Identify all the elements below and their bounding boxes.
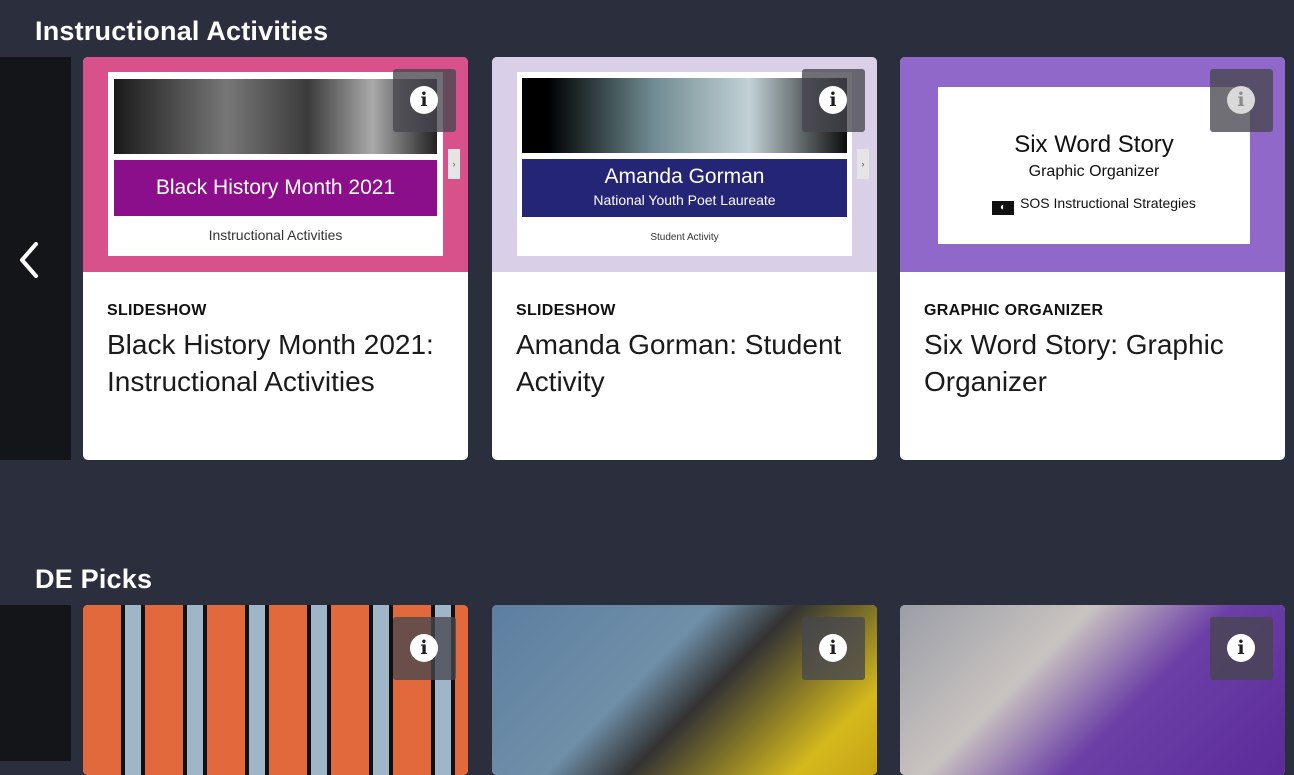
card-thumbnail-pattern[interactable]: i (83, 605, 468, 775)
card-amanda-gorman[interactable]: Amanda Gorman National Youth Poet Laurea… (492, 57, 877, 460)
organizer-preview: Six Word Story Graphic Organizer ◐ SOS In… (938, 87, 1250, 244)
slide-banner-title: Amanda Gorman (604, 165, 765, 188)
card-black-history-month[interactable]: Black History Month 2021 Instructional A… (83, 57, 468, 460)
card-type-label: SLIDESHOW (107, 302, 207, 319)
card-type-label: GRAPHIC ORGANIZER (924, 302, 1104, 319)
preview-brand: ◐ SOS Instructional Strategies (938, 195, 1250, 215)
card-type-label: SLIDESHOW (516, 302, 616, 319)
slide-banner: Black History Month 2021 (114, 160, 437, 216)
info-icon: i (1227, 634, 1255, 662)
info-icon: i (410, 86, 438, 114)
card-de-pick-3[interactable]: i (900, 605, 1285, 775)
info-button[interactable]: i (1210, 69, 1273, 132)
info-button[interactable]: i (393, 69, 456, 132)
card-thumbnail-photo[interactable]: i (492, 605, 877, 775)
slide-next-tab: › (448, 149, 460, 179)
branch-photo (522, 78, 847, 153)
card-thumbnail-photo[interactable]: i (900, 605, 1285, 775)
preview-title: Six Word Story (1014, 131, 1174, 158)
card-thumbnail[interactable]: Amanda Gorman National Youth Poet Laurea… (492, 57, 877, 272)
info-button[interactable]: i (802, 69, 865, 132)
section-title-instructional-activities: Instructional Activities (35, 16, 329, 46)
info-button[interactable]: i (802, 617, 865, 680)
sos-logo-icon: ◐ (992, 201, 1015, 215)
card-title[interactable]: Black History Month 2021: Instructional … (107, 326, 444, 400)
preview-brand-text: SOS Instructional Strategies (1020, 195, 1196, 211)
info-button[interactable]: i (1210, 617, 1273, 680)
card-thumbnail[interactable]: Black History Month 2021 Instructional A… (83, 57, 468, 272)
section-title-de-picks: DE Picks (35, 564, 153, 594)
info-icon: i (819, 634, 847, 662)
slide-banner-subtitle: National Youth Poet Laureate (593, 192, 776, 208)
card-de-pick-1[interactable]: i (83, 605, 468, 775)
info-button[interactable]: i (393, 617, 456, 680)
card-title[interactable]: Amanda Gorman: Student Activity (516, 326, 853, 400)
info-icon: i (1227, 86, 1255, 114)
card-six-word-story[interactable]: Six Word Story Graphic Organizer ◐ SOS In… (900, 57, 1285, 460)
carousel-prev-rail[interactable] (0, 57, 71, 460)
info-icon: i (819, 86, 847, 114)
slide-next-tab: › (857, 149, 869, 179)
slide-banner: Amanda Gorman National Youth Poet Laurea… (522, 159, 847, 217)
card-de-pick-2[interactable]: i (492, 605, 877, 775)
carousel-prev-rail[interactable] (0, 605, 71, 761)
info-icon: i (410, 634, 438, 662)
chevron-left-icon[interactable] (16, 240, 44, 280)
slide-subtitle: Student Activity (650, 232, 719, 243)
slide-subtitle: Instructional Activities (208, 227, 343, 243)
baseball-photo (114, 79, 437, 154)
card-thumbnail[interactable]: Six Word Story Graphic Organizer ◐ SOS In… (900, 57, 1285, 272)
card-title[interactable]: Six Word Story: Graphic Organizer (924, 326, 1261, 400)
preview-subtitle: Graphic Organizer (1028, 163, 1160, 180)
